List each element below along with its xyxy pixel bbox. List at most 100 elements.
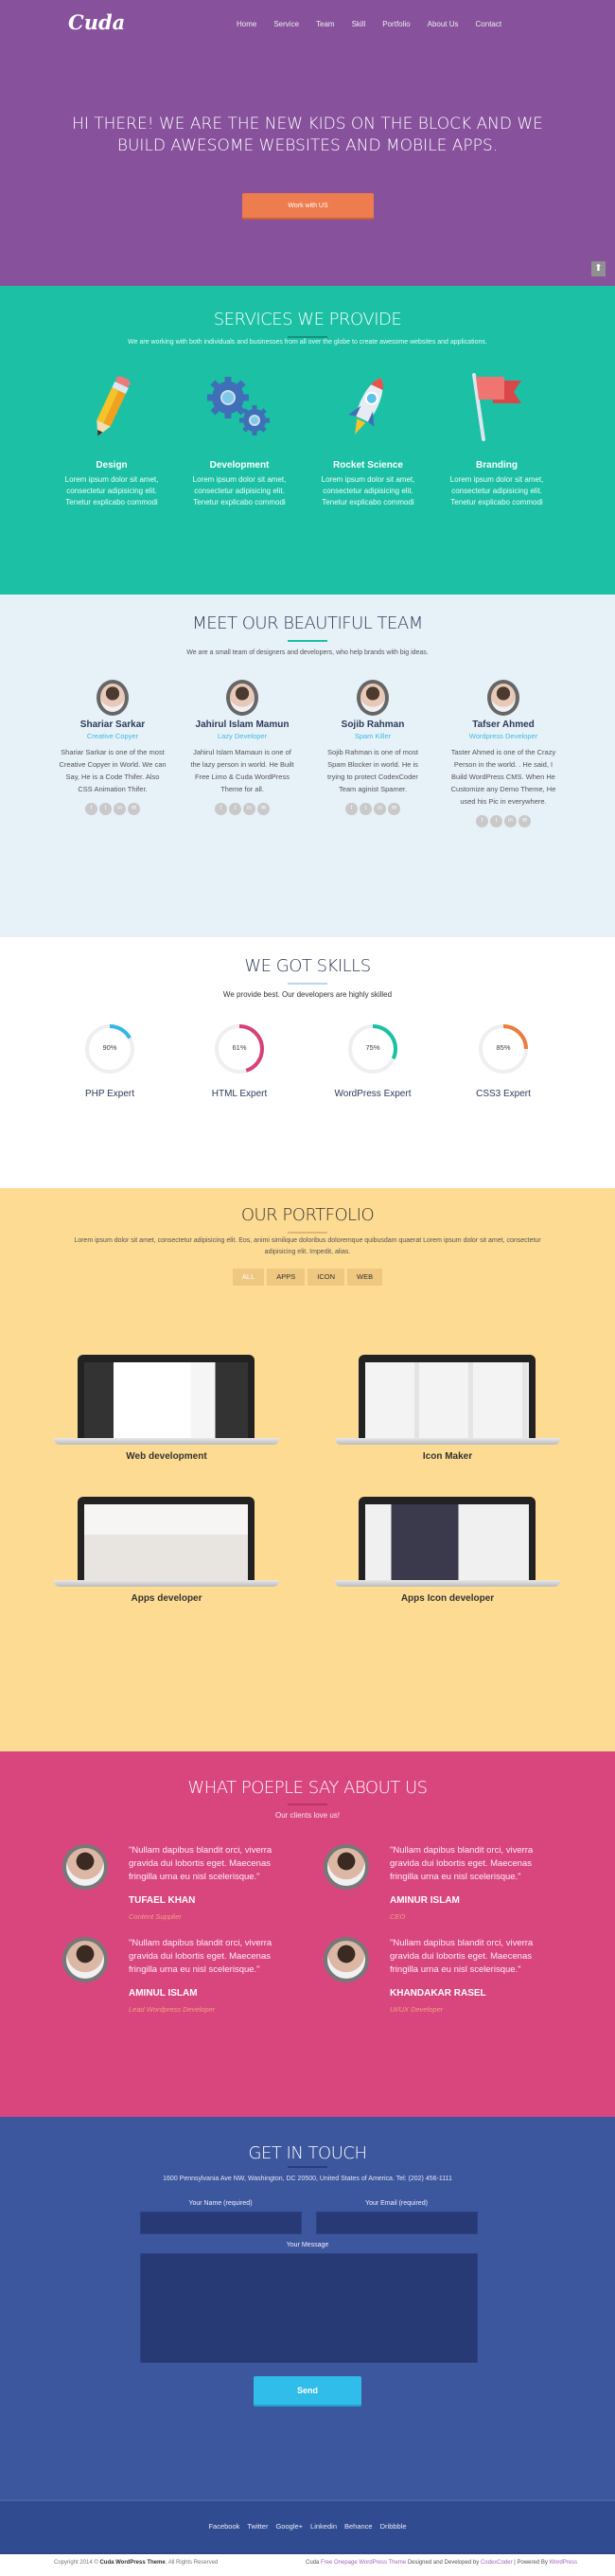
footer-link-behance[interactable]: Behance: [344, 2522, 373, 2531]
testimonial-role: CEO: [390, 1912, 406, 1921]
filter-web[interactable]: WEB: [347, 1269, 383, 1286]
email-icon[interactable]: ✉: [128, 803, 140, 815]
filter-all[interactable]: ALL: [232, 1269, 265, 1286]
member-name: Sojib Rahman: [341, 720, 405, 730]
message-label: Your Message: [286, 2242, 329, 2248]
copyright-text: Copyright 2014 © Cuda WordPress Theme, A…: [54, 2560, 218, 2566]
twitter-icon[interactable]: t: [360, 803, 372, 815]
nav-item-home[interactable]: Home: [237, 20, 256, 28]
section-title: WE GOT SKILLS: [244, 956, 371, 976]
service-title: Branding: [476, 460, 518, 471]
nav-item-about[interactable]: About Us: [428, 20, 459, 28]
filter-apps[interactable]: APPS: [267, 1269, 306, 1286]
member-socials: f t in ✉: [56, 803, 169, 815]
footer-link-facebook[interactable]: Facebook: [208, 2522, 239, 2531]
member-bio: Sojib Rahman is one of most Spam Blocker…: [327, 748, 418, 793]
portfolio-item[interactable]: Apps Icon developer: [335, 1497, 560, 1604]
title-divider: [288, 1803, 327, 1805]
copyright-bar: Copyright 2014 © Cuda WordPress Theme, A…: [0, 2552, 615, 2576]
service-item: Branding Lorem ipsum dolor sit amet, con…: [440, 371, 554, 508]
email-icon[interactable]: ✉: [518, 815, 531, 827]
filter-icon[interactable]: ICON: [308, 1269, 345, 1286]
email-input[interactable]: [316, 2212, 478, 2234]
facebook-icon[interactable]: f: [345, 803, 358, 815]
portfolio-item[interactable]: Web development: [54, 1355, 279, 1462]
nav-item-service[interactable]: Service: [273, 20, 299, 28]
member-socials: f t in ✉: [447, 815, 560, 827]
twitter-icon[interactable]: t: [490, 815, 502, 827]
member-bio: Shariar Sarkar is one of the most Creati…: [59, 748, 167, 793]
twitter-icon[interactable]: t: [99, 803, 112, 815]
section-title: OUR PORTFOLIO: [240, 1205, 375, 1225]
nav-item-portfolio[interactable]: Portfolio: [382, 20, 410, 28]
navbar: Cuda Home Service Team Skill Portfolio A…: [0, 0, 615, 47]
service-title: Development: [209, 460, 270, 471]
wordpress-link[interactable]: WordPress: [550, 2560, 578, 2566]
portfolio-item-title: Web development: [126, 1451, 207, 1462]
footer-link-dribbble[interactable]: Dribbble: [380, 2522, 407, 2531]
section-subtitle: We provide best. Our developers are high…: [222, 990, 393, 999]
footer-link-googleplus[interactable]: Google+: [275, 2522, 303, 2531]
skill-percent: 75%: [365, 1043, 380, 1052]
facebook-icon[interactable]: f: [85, 803, 97, 815]
linkedin-icon[interactable]: in: [374, 803, 386, 815]
service-item: Development Lorem ipsum dolor sit amet, …: [183, 371, 296, 508]
section-title: GET IN TOUCH: [248, 2143, 367, 2163]
skills-section: WE GOT SKILLS We provide best. Our devel…: [0, 937, 615, 1188]
email-icon[interactable]: ✉: [257, 803, 270, 815]
member-name: Shariar Sarkar: [79, 720, 146, 730]
work-with-us-button[interactable]: Work with US: [242, 193, 374, 220]
portfolio-item-title: Icon Maker: [422, 1451, 473, 1462]
avatar: [357, 680, 389, 716]
linkedin-icon[interactable]: in: [114, 803, 126, 815]
skill-percent: 61%: [232, 1043, 247, 1052]
twitter-icon[interactable]: t: [229, 803, 241, 815]
portfolio-filters: ALL APPS ICON WEB: [0, 1269, 615, 1286]
hero-section: Cuda Home Service Team Skill Portfolio A…: [0, 0, 615, 286]
nav-item-contact[interactable]: Contact: [476, 20, 502, 28]
avatar: [487, 680, 519, 716]
email-icon[interactable]: ✉: [388, 803, 400, 815]
title-divider: [288, 336, 327, 338]
testimonial-name: AMINUR ISLAM: [390, 1895, 460, 1906]
linkedin-icon[interactable]: in: [243, 803, 255, 815]
message-textarea[interactable]: [140, 2253, 478, 2363]
facebook-icon[interactable]: f: [215, 803, 227, 815]
services-section: SERVICES WE PROVIDE We are working with …: [0, 286, 615, 595]
title-divider: [288, 2166, 327, 2168]
credit-sep: | Powered By: [512, 2560, 550, 2566]
footer-link-twitter[interactable]: Twitter: [247, 2522, 268, 2531]
team-member: Sojib Rahman Spam Killer Sojib Rahman is…: [316, 680, 430, 815]
nav-item-team[interactable]: Team: [316, 20, 335, 28]
theme-link[interactable]: Free Onepage WordPress Theme: [321, 2560, 406, 2566]
portfolio-section: OUR PORTFOLIO Lorem ipsum dolor sit amet…: [0, 1188, 615, 1751]
scroll-to-top-button[interactable]: ⬆: [591, 261, 606, 276]
nav-item-skill[interactable]: Skill: [352, 20, 366, 28]
name-input[interactable]: [140, 2212, 302, 2234]
member-role: Spam Killer: [354, 732, 392, 740]
avatar: [324, 1937, 369, 1982]
laptop-mockup: [54, 1497, 279, 1587]
pencil-icon: [55, 371, 168, 442]
team-member: Jahirul Islam Mamun Lazy Developer Jahir…: [185, 680, 299, 815]
codexcoder-link[interactable]: CodexCoder: [481, 2560, 513, 2566]
member-socials: f t in ✉: [185, 803, 299, 815]
skill-item: 75% WordPress Expert: [316, 1022, 430, 1099]
footer-link-linkedin[interactable]: Linkedin: [310, 2522, 337, 2531]
logo[interactable]: Cuda: [68, 10, 125, 34]
avatar: [97, 680, 129, 716]
linkedin-icon[interactable]: in: [504, 815, 517, 827]
portfolio-item[interactable]: Icon Maker: [335, 1355, 560, 1462]
member-bio: Taster Ahmed is one of the Crazy Person …: [450, 748, 556, 806]
avatar: [62, 1844, 108, 1890]
testimonials-section: WHAT POEPLE SAY ABOUT US Our clients lov…: [0, 1751, 615, 2117]
send-button[interactable]: Send: [254, 2376, 361, 2407]
email-label: Your Email (required): [365, 2200, 428, 2207]
testimonial-quote: "Nullam dapibus blandit orci, viverra gr…: [129, 1845, 272, 1882]
testimonial-name: KHANDAKAR RASEL: [390, 1988, 486, 1999]
portfolio-item[interactable]: Apps developer: [54, 1497, 279, 1604]
portfolio-item-title: Apps Icon developer: [400, 1593, 495, 1604]
team-member: Tafser Ahmed Wordpress Developer Taster …: [447, 680, 560, 827]
laptop-mockup: [335, 1355, 560, 1445]
facebook-icon[interactable]: f: [476, 815, 488, 827]
